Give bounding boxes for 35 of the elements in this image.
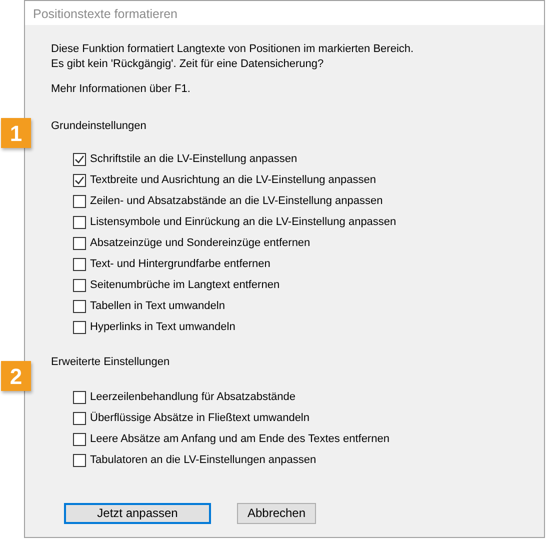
option-label: Überflüssige Absätze in Fließtext umwandeln xyxy=(90,410,310,426)
checkbox[interactable] xyxy=(73,195,86,208)
checkbox[interactable] xyxy=(73,433,86,446)
option-label: Leere Absätze am Anfang und am Ende des Textes entfernen xyxy=(90,432,390,448)
checkbox[interactable] xyxy=(73,258,86,271)
checkbox[interactable] xyxy=(73,174,86,187)
dialog-button[interactable]: Abbrechen xyxy=(237,503,316,524)
window-title: Positionstexte formatieren xyxy=(25,1,544,25)
section-title: Erweiterte Einstellungen xyxy=(51,355,171,370)
option-label: Hyperlinks in Text umwandeln xyxy=(90,320,236,336)
checkbox[interactable] xyxy=(73,153,86,166)
section-title: Grundeinstellungen xyxy=(51,119,148,134)
checkbox[interactable] xyxy=(73,279,86,292)
option-label: Zeilen- und Absatzabstände an die LV-Einstellung anpassen xyxy=(90,194,383,210)
checkbox[interactable] xyxy=(73,454,86,467)
checkbox[interactable] xyxy=(73,300,86,313)
option-label: Schriftstile an die LV-Einstellung anpassen xyxy=(90,152,298,168)
option-label: Text- und Hintergrundfarbe entfernen xyxy=(90,257,270,272)
intro-text: Diese Funktion formatiert Langtexte von Positionen im markierten Bereich. Es gibt kein 'Rückgängig'. Zeit für eine Datensicherung? xyxy=(51,42,415,72)
checkbox[interactable] xyxy=(73,321,86,334)
option-label: Listensymbole und Einrückung an die LV-Einstellung anpassen xyxy=(90,215,396,230)
help-text: Mehr Informationen über F1. xyxy=(51,82,192,97)
checkbox[interactable] xyxy=(73,412,86,425)
option-label: Textbreite und Ausrichtung an die LV-Einstellung anpassen xyxy=(90,173,376,188)
checkbox[interactable] xyxy=(73,216,86,229)
option-label: Tabulatoren an die LV-Einstellungen anpassen xyxy=(90,453,316,468)
step-badge: 1 xyxy=(1,118,31,148)
option-label: Seitenumbrüche im Langtext entfernen xyxy=(90,278,280,294)
option-label: Tabellen in Text umwandeln xyxy=(90,299,225,314)
checkbox[interactable] xyxy=(73,391,86,404)
dialog-button[interactable]: Jetzt anpassen xyxy=(64,503,211,524)
checkbox[interactable] xyxy=(73,237,86,250)
option-label: Absatzeinzüge und Sondereinzüge entfernen xyxy=(90,236,310,252)
option-label: Leerzeilenbehandlung für Absatzabstände xyxy=(90,390,296,406)
step-badge: 2 xyxy=(1,361,31,391)
